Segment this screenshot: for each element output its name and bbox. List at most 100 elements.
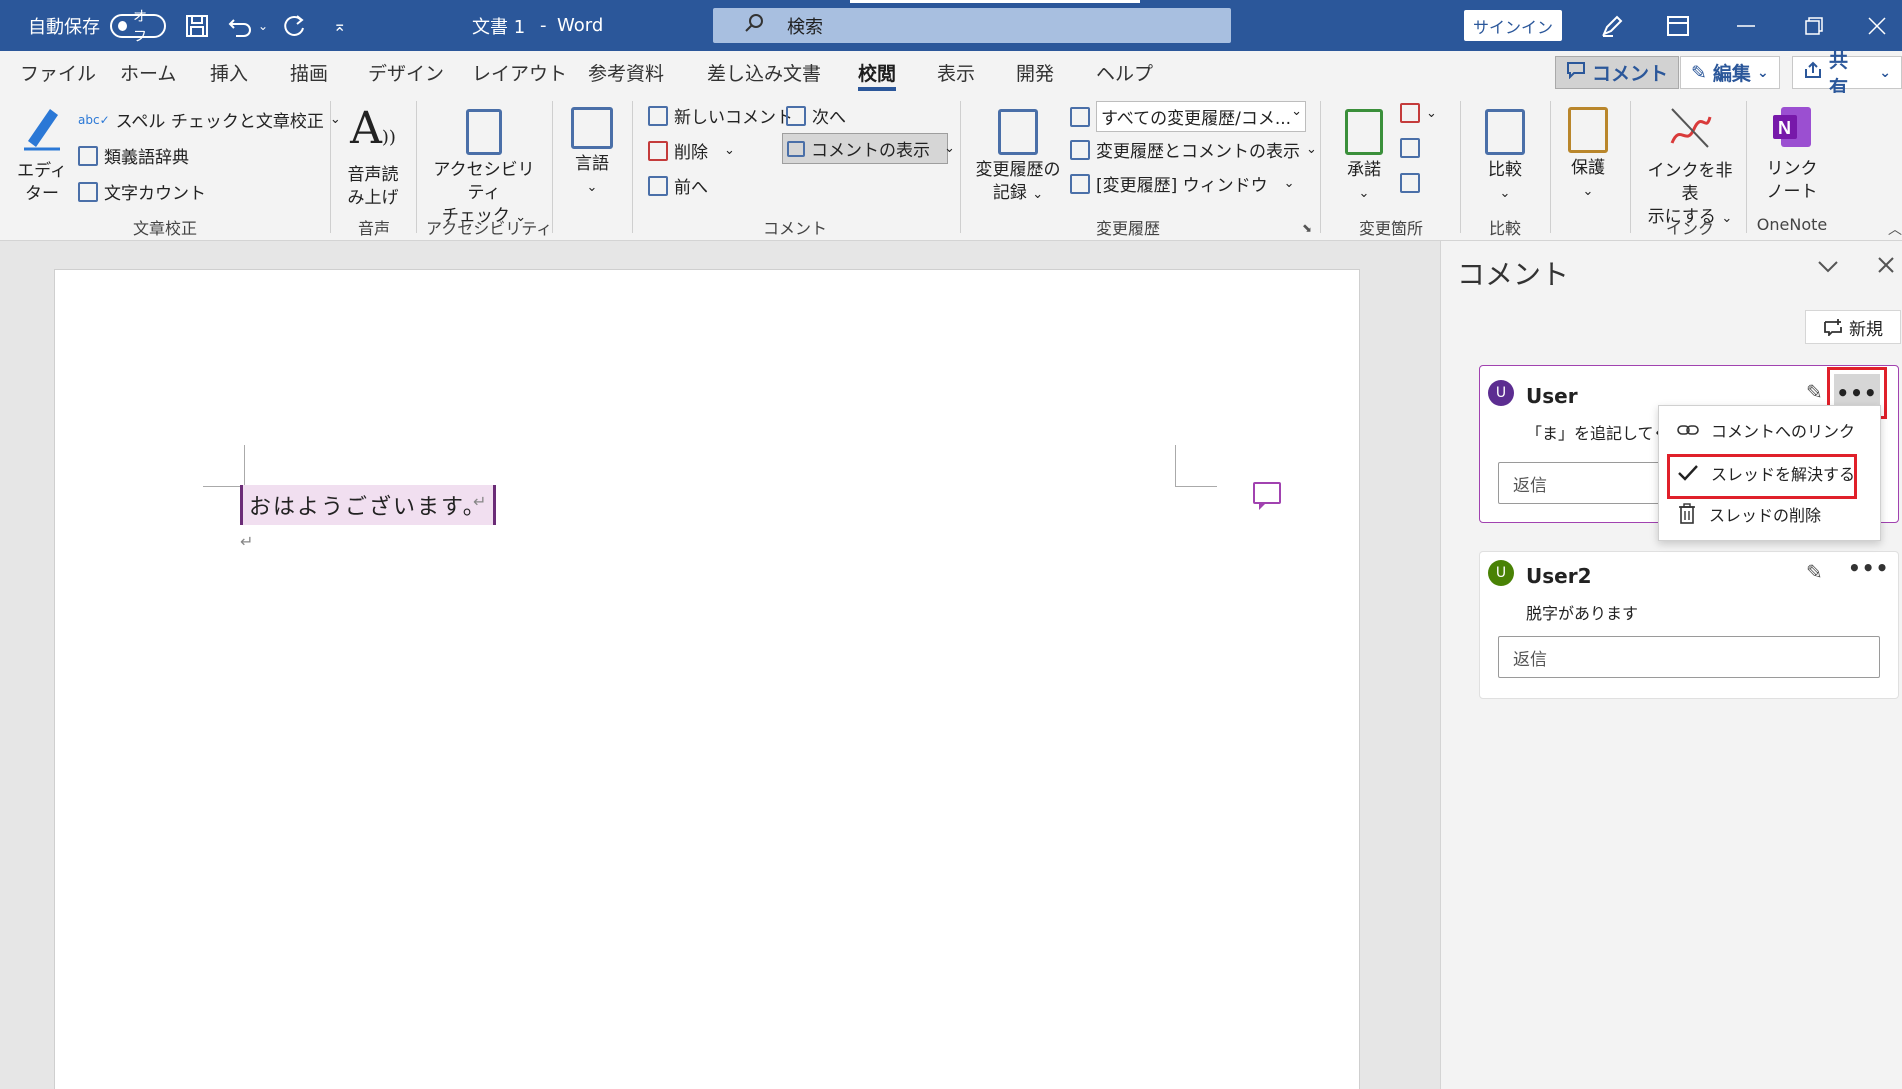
share-button[interactable]: 共有 ⌄ xyxy=(1792,50,1902,99)
read-aloud-button[interactable]: A)) 音声読 み上げ xyxy=(342,103,404,210)
chevron-down-icon: ⌄ xyxy=(1032,187,1044,202)
comment-text: 脱字があります xyxy=(1526,604,1639,623)
track-changes-icon xyxy=(998,109,1038,155)
commented-text[interactable]: おはようございます。 xyxy=(240,485,496,525)
previous-change-button[interactable] xyxy=(1400,138,1420,158)
autosave-label: 自動保存 xyxy=(28,16,100,38)
highlight-box xyxy=(1667,454,1857,499)
document-area: おはようございます。 ↵ ↵ xyxy=(0,241,1440,1089)
ribbon-separator xyxy=(632,101,633,233)
compare-button[interactable]: 比較 ⌄ xyxy=(1470,103,1540,205)
edit-comment-icon[interactable]: ✎ xyxy=(1806,380,1823,404)
title-bar: 自動保存 オフ ⌄ ⌅ 文書 1 - Word 検索 サインイン xyxy=(0,0,1902,51)
new-comment-button[interactable]: 新しいコメント xyxy=(648,103,793,128)
spelling-grammar-button[interactable]: abc✓ スペル チェックと文章校正 ⌄ xyxy=(78,107,341,132)
comment-marker-icon[interactable] xyxy=(1253,482,1281,510)
redo-icon[interactable] xyxy=(283,0,307,51)
tab-view[interactable]: 表示 xyxy=(937,51,975,93)
svg-text:N: N xyxy=(1778,118,1791,138)
track-changes-button[interactable]: 変更履歴の 記録 ⌄ xyxy=(972,103,1064,206)
menu-item-delete-thread[interactable]: スレッドの削除 xyxy=(1659,494,1882,534)
dialog-launcher-icon[interactable]: ⬊ xyxy=(1302,221,1312,235)
reply-input[interactable]: 返信 xyxy=(1498,636,1880,678)
tab-design[interactable]: デザイン xyxy=(368,51,444,93)
accessibility-icon xyxy=(466,109,502,155)
undo-icon[interactable]: ⌄ xyxy=(228,0,268,51)
show-markup-icon xyxy=(1070,139,1090,160)
next-comment-button[interactable]: 次へ xyxy=(786,103,846,128)
comment-card[interactable]: U User2 ✎ ••• 脱字があります 返信 xyxy=(1479,551,1899,699)
new-comment-pane-button[interactable]: 新規 xyxy=(1805,310,1901,344)
tab-layout[interactable]: レイアウト xyxy=(472,51,567,93)
tab-insert[interactable]: 挿入 xyxy=(210,51,248,93)
tab-draw[interactable]: 描画 xyxy=(290,51,328,93)
menu-item-link-to-comment[interactable]: コメントへのリンク xyxy=(1659,410,1882,450)
editor-button[interactable]: エディ ター xyxy=(14,103,70,206)
word-count-button[interactable]: 文字カウント xyxy=(78,179,206,204)
tab-home[interactable]: ホーム xyxy=(120,51,176,93)
close-icon[interactable] xyxy=(1852,0,1902,51)
chevron-down-icon: ⌄ xyxy=(1879,64,1891,81)
search-input[interactable]: 検索 xyxy=(713,8,1231,43)
tab-review[interactable]: 校閲 xyxy=(858,51,897,93)
markup-select[interactable]: すべての変更履歴/コメ... ⌄ xyxy=(1070,101,1306,132)
chevron-down-icon: ⌄ xyxy=(1291,104,1302,119)
document-page[interactable]: おはようございます。 ↵ ↵ xyxy=(54,269,1360,1089)
next-change-button[interactable] xyxy=(1400,173,1420,193)
save-icon[interactable] xyxy=(185,0,209,51)
linked-notes-button[interactable]: N リンク ノート xyxy=(1752,103,1832,204)
tab-file[interactable]: ファイル xyxy=(20,51,96,93)
previous-comment-icon xyxy=(648,175,668,196)
chevron-down-icon: ⌄ xyxy=(1283,176,1295,191)
chevron-down-icon: ⌄ xyxy=(1426,105,1437,121)
reject-icon xyxy=(1400,103,1420,123)
show-comments-button[interactable]: コメントの表示 ⌄ xyxy=(782,133,955,164)
avatar: U xyxy=(1488,380,1514,406)
pane-close-icon[interactable] xyxy=(1877,255,1895,280)
show-markup-button[interactable]: 変更履歴とコメントの表示 ⌄ xyxy=(1070,137,1317,162)
chevron-down-icon: ⌄ xyxy=(586,180,598,195)
customize-icon[interactable]: ⌅ xyxy=(333,0,346,51)
tab-help[interactable]: ヘルプ xyxy=(1096,51,1153,93)
thesaurus-button[interactable]: 類義語辞典 xyxy=(78,143,189,168)
protect-button[interactable]: 保護 ⌄ xyxy=(1556,101,1620,203)
edit-comment-icon[interactable]: ✎ xyxy=(1806,560,1823,584)
previous-comment-button[interactable]: 前へ xyxy=(648,173,708,198)
chevron-down-icon: ⌄ xyxy=(1756,64,1769,81)
comments-toggle-button[interactable]: コメント xyxy=(1555,56,1680,89)
compare-icon xyxy=(1485,109,1525,155)
edit-pencil-icon: ✎ xyxy=(1691,61,1707,84)
ribbon-display-icon[interactable] xyxy=(1648,0,1708,51)
pane-options-chevron-icon[interactable] xyxy=(1817,255,1839,280)
comment-text: 「ま」を追記してくださ xyxy=(1526,424,1672,443)
group-tracking-label: 変更履歴 xyxy=(1095,219,1160,238)
accept-button[interactable]: 承諾 ⌄ xyxy=(1330,103,1398,205)
chevron-down-icon: ⌄ xyxy=(944,141,955,156)
signin-button[interactable]: サインイン xyxy=(1464,10,1562,41)
accessibility-check-button[interactable]: アクセシビリティ チェック ⌄ xyxy=(426,103,542,229)
tab-mailings[interactable]: 差し込み文書 xyxy=(707,51,821,93)
trash-icon xyxy=(1679,503,1695,524)
chevron-down-icon: ⌄ xyxy=(1358,186,1370,201)
search-icon xyxy=(743,12,765,39)
ribbon-separator xyxy=(960,101,961,233)
editing-mode-button[interactable]: ✎ 編集 ⌄ xyxy=(1680,56,1780,89)
reviewing-pane-button[interactable]: [変更履歴] ウィンドウ ⌄ xyxy=(1070,171,1295,196)
language-button[interactable]: 言語 ⌄ xyxy=(562,101,622,199)
reject-button[interactable]: ⌄ xyxy=(1400,103,1437,123)
autosave-toggle[interactable]: オフ xyxy=(110,0,166,51)
show-comments-icon xyxy=(787,140,805,157)
comment-author: User xyxy=(1526,384,1578,408)
comment-icon xyxy=(1566,61,1586,84)
delete-comment-button[interactable]: 削除 ⌄ xyxy=(648,138,735,163)
tab-references[interactable]: 参考資料 xyxy=(588,51,664,93)
hide-ink-button[interactable]: インクを非表 示にする ⌄ xyxy=(1640,103,1740,230)
tab-developer[interactable]: 開発 xyxy=(1016,51,1054,93)
collapse-ribbon-icon[interactable]: ︿ xyxy=(1888,219,1902,239)
group-compare-label: 比較 xyxy=(1488,219,1521,238)
restore-icon[interactable] xyxy=(1784,0,1844,51)
pen-icon[interactable] xyxy=(1582,0,1642,51)
group-proofing-label: 文章校正 xyxy=(132,219,197,238)
minimize-icon[interactable] xyxy=(1716,0,1776,51)
more-options-icon[interactable]: ••• xyxy=(1848,556,1889,580)
